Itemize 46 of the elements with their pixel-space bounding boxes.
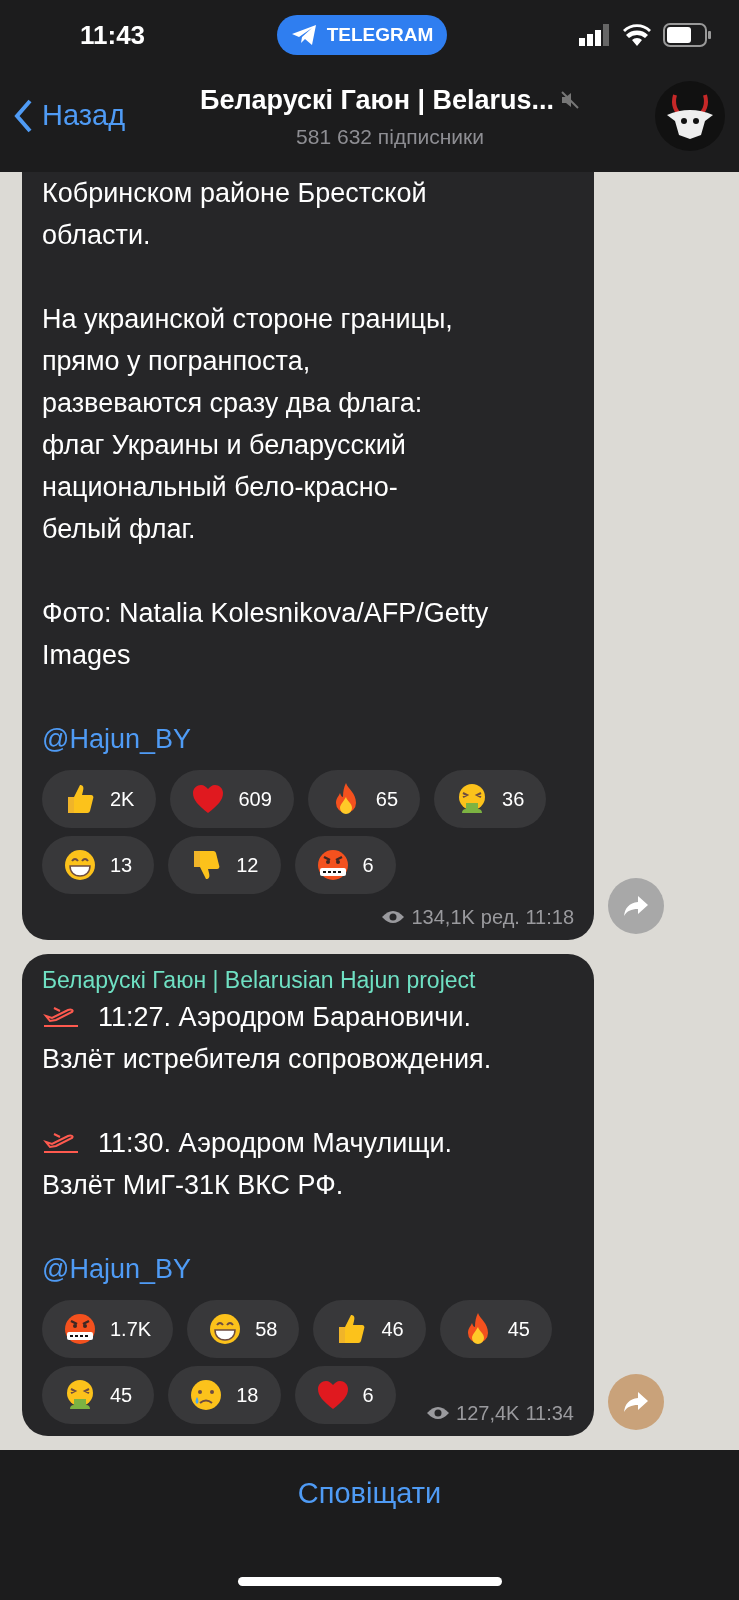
reaction-button[interactable]: 65	[307, 770, 421, 828]
message-text: 11:30. Аэродром Мачулищи. Взлёт МиГ-31К ВКС РФ.	[42, 1127, 454, 1202]
back-chevron-icon	[14, 99, 32, 133]
battery-icon	[663, 23, 711, 47]
reaction-button[interactable]: 6	[294, 836, 396, 894]
subscriber-count: 581 632 підписники	[296, 123, 484, 150]
reaction-button[interactable]: 18	[168, 1366, 281, 1424]
reaction-button[interactable]: 58	[187, 1300, 300, 1358]
share-button[interactable]	[608, 1374, 664, 1430]
forward-arrow-icon	[623, 1391, 649, 1413]
reaction-button[interactable]: 6	[294, 1366, 396, 1424]
reaction-button[interactable]: 2K	[42, 770, 157, 828]
message-text: На украинской стороне границы, прямо у погранпоста, развеваются сразу два флага: флаг Украины и беларусский национальный бело-красно- белый флаг.	[42, 303, 454, 546]
reaction-button[interactable]: 609	[170, 770, 294, 828]
message-text: Фото: Natalia Kolesnikova/AFP/Getty Images	[42, 597, 490, 672]
notify-button[interactable]: Сповіщати	[297, 1472, 442, 1516]
clock: 11:43	[80, 18, 146, 52]
message-time: 11:34	[525, 1401, 574, 1426]
view-count: 134,1K	[411, 905, 475, 930]
view-count: 127,4K	[456, 1401, 520, 1426]
app-pill[interactable]: TELEGRAM	[276, 15, 448, 55]
paper-plane-icon	[290, 24, 317, 46]
eye-icon	[381, 909, 406, 925]
channel-link[interactable]: @Hajun_BY	[42, 1248, 191, 1290]
signal-icon	[579, 24, 611, 46]
reaction-button[interactable]: 45	[42, 1366, 155, 1424]
reaction-button[interactable]: 13	[42, 836, 155, 894]
message-text: 11:27. Аэродром Барановичи. Взлёт истребителя сопровождения.	[42, 1001, 493, 1076]
reaction-button[interactable]: 12	[168, 836, 281, 894]
eye-icon	[426, 1405, 451, 1421]
channel-name[interactable]: Беларускі Гаюн | Belarusian Hajun project	[42, 964, 574, 996]
cursing-face-icon	[62, 1311, 98, 1347]
reaction-button[interactable]: 45	[439, 1300, 552, 1358]
reaction-button[interactable]: 36	[434, 770, 547, 828]
share-button[interactable]	[608, 878, 664, 934]
grinning-face-icon	[62, 847, 98, 883]
reaction-button[interactable]: 46	[313, 1300, 426, 1358]
channel-link[interactable]: @Hajun_BY	[42, 718, 191, 760]
channel-title[interactable]: Беларускі Гаюн | Belarus...	[200, 80, 555, 121]
reaction-button[interactable]: 1.7K	[42, 1300, 174, 1358]
forward-arrow-icon	[623, 895, 649, 917]
message-text: Кобринском районе Брестской области.	[42, 177, 428, 252]
wifi-icon	[623, 24, 651, 46]
message-time: ред. 11:18	[480, 905, 574, 930]
back-button[interactable]: Назад	[14, 94, 126, 138]
channel-avatar[interactable]	[655, 81, 725, 151]
